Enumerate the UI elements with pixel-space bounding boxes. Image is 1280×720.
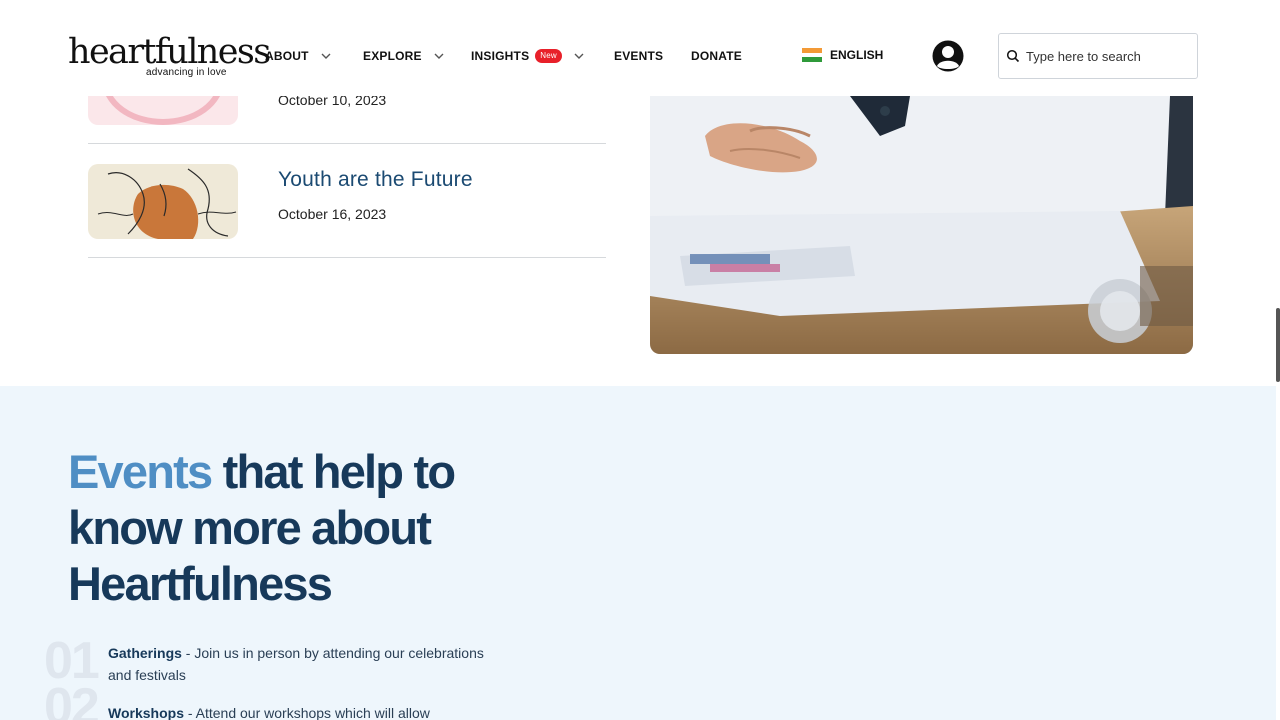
nav-about-label: ABOUT	[265, 49, 309, 63]
event-item: Workshops - Attend our workshops which w…	[108, 702, 488, 720]
heartfulness-logo[interactable]: heartfulness advancing in love	[68, 32, 271, 80]
events-heading: Events that help to know more about Hear…	[68, 444, 568, 612]
chevron-down-icon	[434, 53, 444, 59]
event-item-number: 02	[44, 678, 100, 720]
nav-donate[interactable]: DONATE	[691, 46, 742, 66]
events-section: Events that help to know more about Hear…	[0, 386, 1276, 720]
nav-about[interactable]: ABOUT	[265, 46, 333, 66]
nav-explore-label: EXPLORE	[363, 49, 422, 63]
nav-explore[interactable]: EXPLORE	[363, 46, 446, 66]
nav-insights[interactable]: INSIGHTS New	[471, 46, 586, 66]
article-title[interactable]: Youth are the Future	[278, 168, 473, 192]
search-input[interactable]	[1026, 48, 1186, 64]
logo-tagline: advancing in love	[146, 67, 227, 78]
event-item-title: Workshops	[108, 705, 184, 720]
nav-events[interactable]: EVENTS	[614, 46, 663, 66]
featured-photo	[650, 96, 1193, 354]
logo-wordmark: heartfulness	[68, 32, 271, 72]
chevron-down-icon	[321, 53, 331, 59]
user-avatar-icon[interactable]	[932, 40, 964, 72]
language-selector[interactable]: ENGLISH	[802, 48, 884, 63]
page-scrollbar[interactable]	[1276, 308, 1280, 382]
chevron-down-icon	[574, 53, 584, 59]
nav-donate-label: DONATE	[691, 49, 742, 63]
event-item-text: - Attend our workshops which will allow	[183, 705, 430, 720]
site-header: heartfulness advancing in love ABOUT EXP…	[0, 0, 1280, 96]
event-item-title: Gatherings	[108, 645, 182, 661]
india-flag-icon	[802, 48, 822, 63]
language-label: ENGLISH	[830, 48, 884, 62]
events-heading-highlight: Events	[68, 445, 213, 498]
nav-events-label: EVENTS	[614, 49, 664, 63]
article-thumbnail	[88, 164, 238, 239]
search-icon[interactable]	[1006, 49, 1020, 63]
search-box	[998, 33, 1198, 79]
event-item: Gatherings - Join us in person by attend…	[108, 642, 488, 686]
new-badge: New	[535, 49, 562, 63]
article-date: October 16, 2023	[278, 206, 387, 222]
nav-insights-label: INSIGHTS	[471, 49, 530, 63]
article-list-item[interactable]: Youth are the Future October 16, 2023	[88, 144, 606, 258]
